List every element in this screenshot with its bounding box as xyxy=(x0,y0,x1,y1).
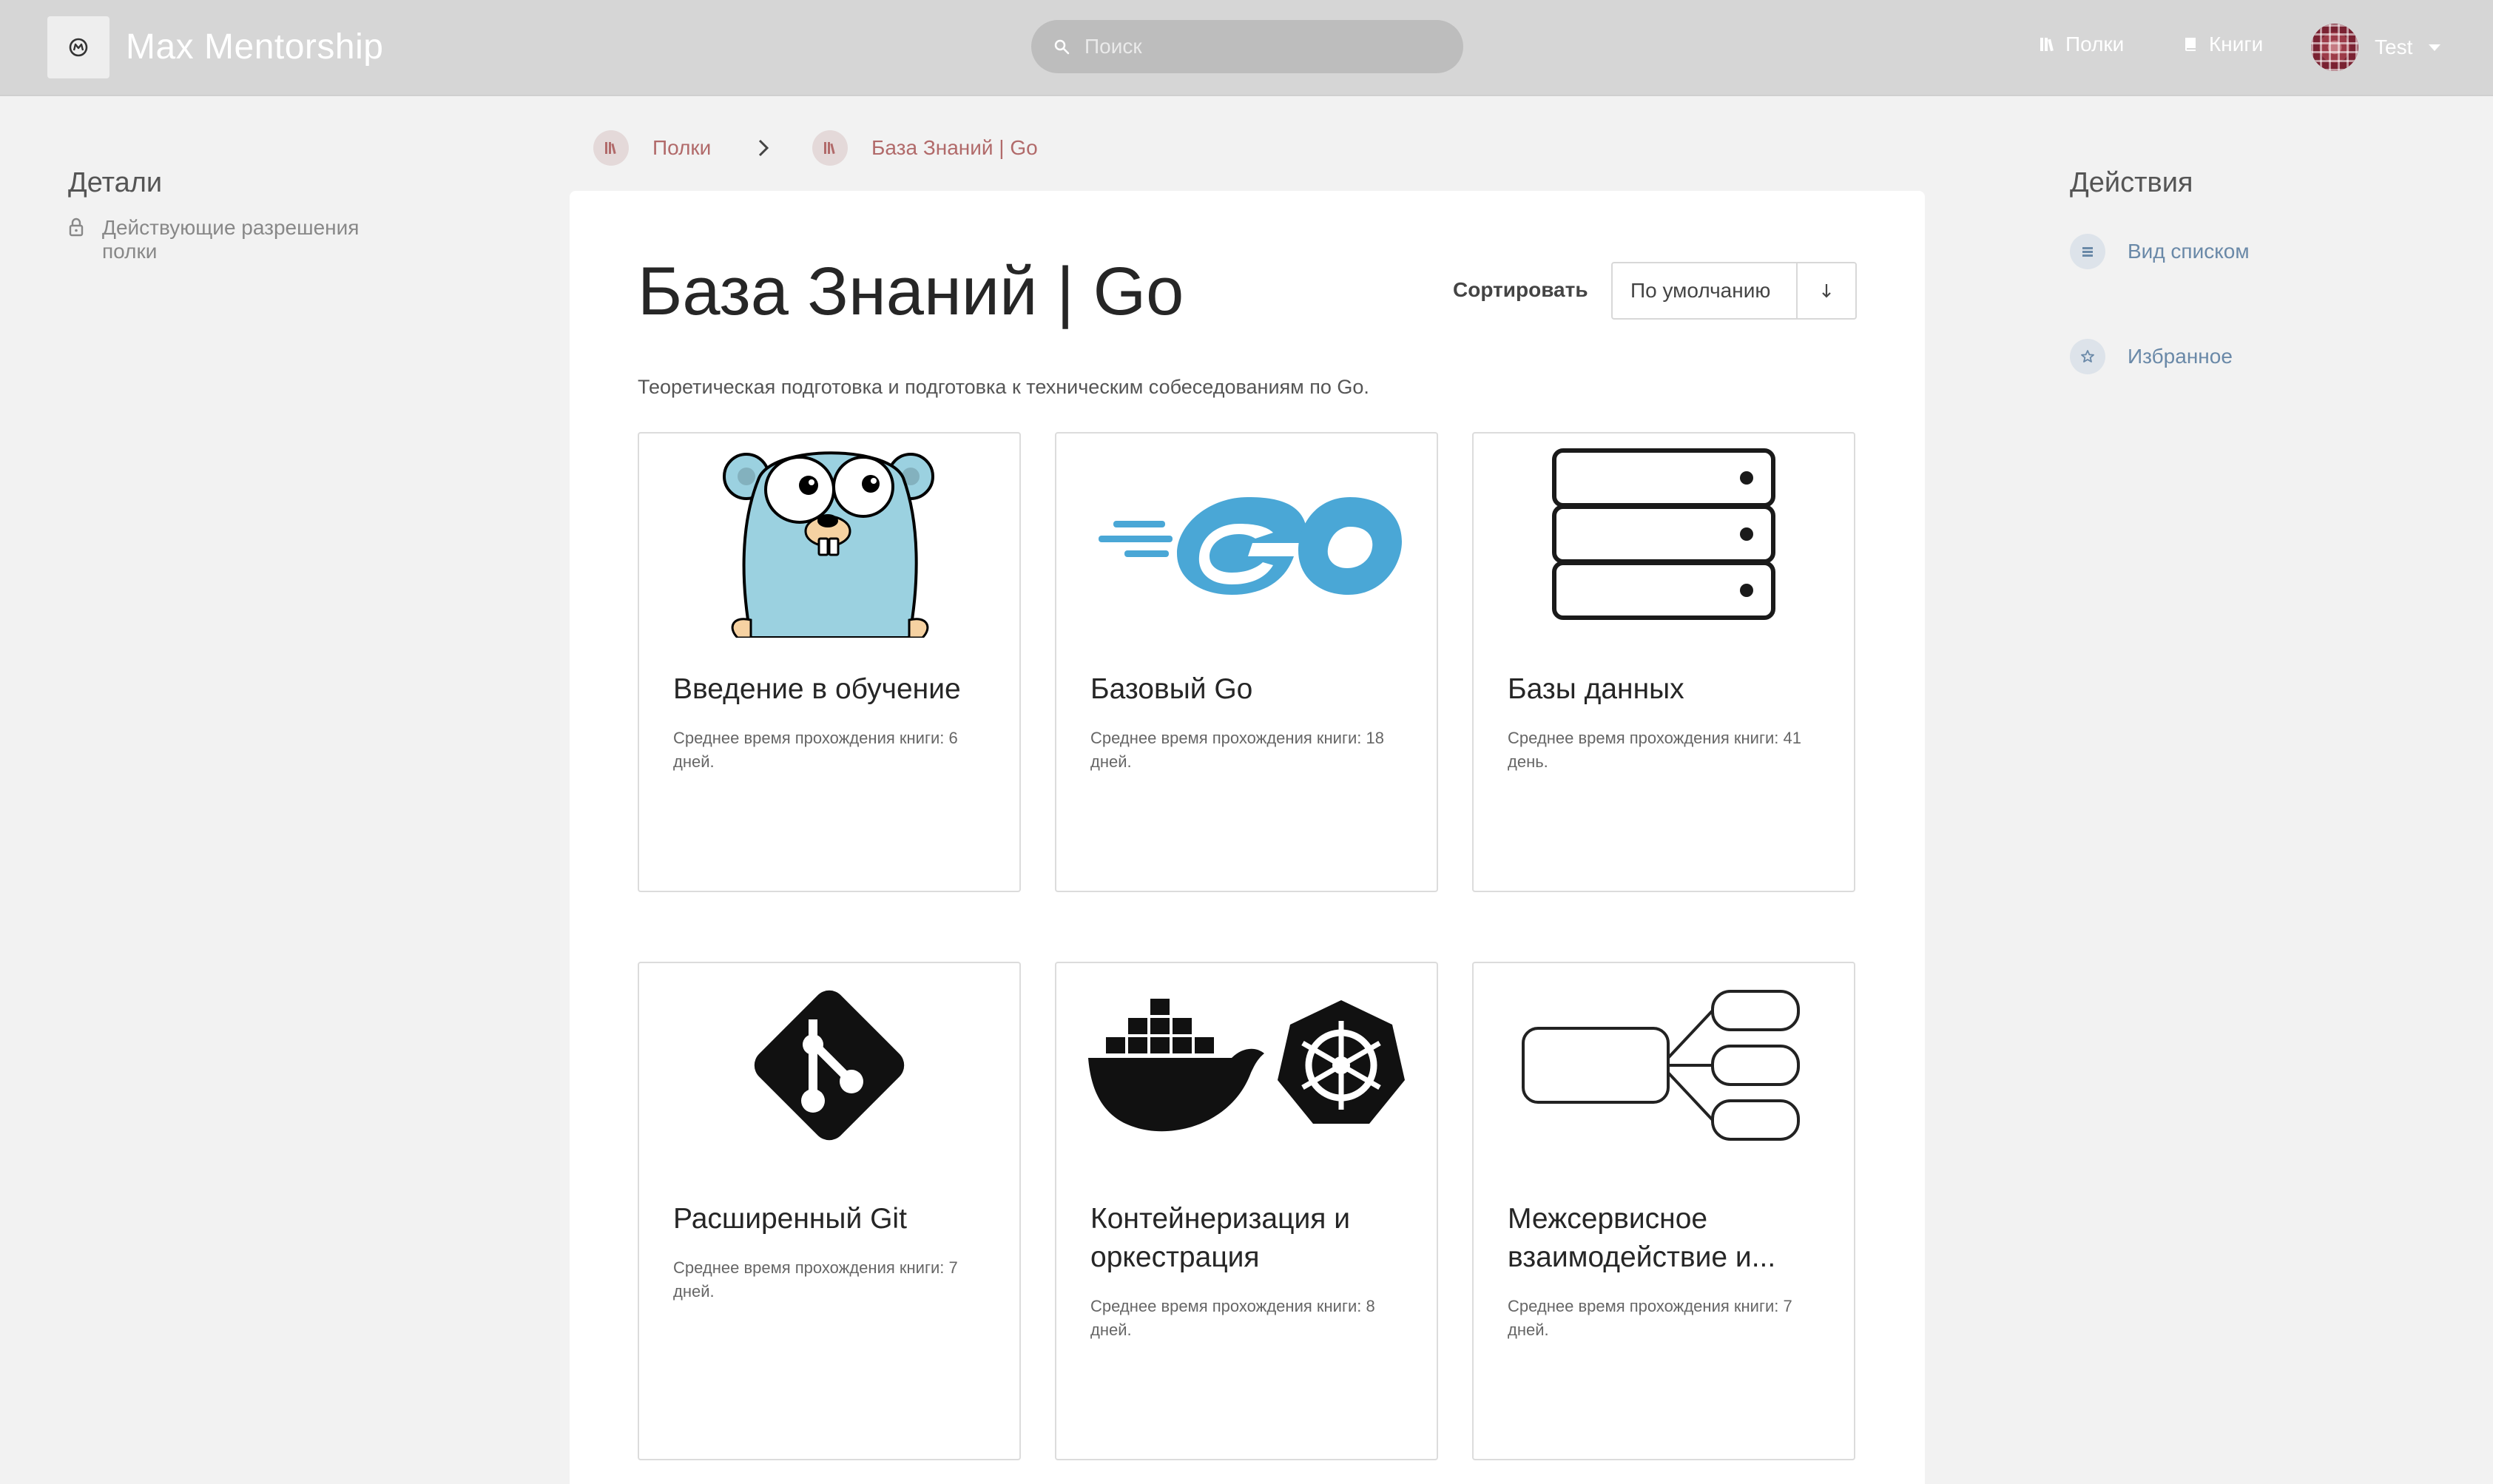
book-cover xyxy=(1056,434,1437,638)
book-icon xyxy=(2185,38,2196,51)
sort-control: По умолчанию xyxy=(1611,262,1857,320)
book-meta: Среднее время прохождения книги: 41 день… xyxy=(1508,729,1801,771)
breadcrumb-shelves[interactable]: Полки xyxy=(593,130,711,166)
logo-icon xyxy=(69,38,88,57)
book-meta: Среднее время прохождения книги: 8 дней. xyxy=(1090,1297,1375,1339)
book-cover xyxy=(639,434,1019,638)
shelves-icon xyxy=(593,130,629,166)
star-icon xyxy=(2070,339,2105,374)
book-title: Расширенный Git xyxy=(673,1203,907,1235)
shelves-icon xyxy=(2040,38,2054,52)
list-view-label: Вид списком xyxy=(2128,240,2250,263)
database-server-icon xyxy=(1552,448,1775,620)
shelf-description: Теоретическая подготовка и подготовка к … xyxy=(638,376,1369,398)
chevron-right-icon xyxy=(758,139,769,157)
book-card[interactable]: Межсервисное взаимодействие и... Среднее… xyxy=(1472,962,1855,1460)
book-card[interactable]: Базы данных Среднее время прохождения кн… xyxy=(1472,432,1855,892)
book-cover xyxy=(1474,963,1854,1167)
user-name: Test xyxy=(2375,36,2413,58)
search-input[interactable] xyxy=(1084,35,1440,58)
breadcrumb-shelves-label: Полки xyxy=(652,136,712,159)
user-menu[interactable]: Test xyxy=(2311,24,2441,71)
app-title[interactable]: Max Mentorship xyxy=(126,27,383,67)
book-cover xyxy=(1056,963,1437,1167)
shelf-content-card: База Знаний | Go Сортировать По умолчани… xyxy=(570,191,1925,1484)
book-meta: Среднее время прохождения книги: 7 дней. xyxy=(1508,1297,1792,1339)
book-card[interactable]: Базовый Go Среднее время прохождения кни… xyxy=(1055,432,1438,892)
breadcrumb-current-shelf[interactable]: База Знаний | Go xyxy=(812,130,1038,166)
list-view-button[interactable]: Вид списком xyxy=(2070,234,2250,269)
git-logo-icon xyxy=(754,990,905,1141)
lock-icon xyxy=(69,217,84,237)
book-card[interactable]: Введение в обучение Среднее время прохож… xyxy=(638,432,1021,892)
book-title: Межсервисное взаимодействие и... xyxy=(1508,1203,1776,1273)
book-title: Базовый Go xyxy=(1090,673,1253,705)
nav-shelves-label: Полки xyxy=(2065,33,2125,55)
nav-shelves-link[interactable]: Полки xyxy=(2039,33,2124,56)
search-bar[interactable] xyxy=(1031,20,1463,73)
service-diagram-icon xyxy=(1522,990,1800,1141)
book-meta: Среднее время прохождения книги: 7 дней. xyxy=(673,1258,958,1301)
book-meta: Среднее время прохождения книги: 18 дней… xyxy=(1090,729,1384,771)
page-title: База Знаний | Go xyxy=(638,254,1184,329)
book-title: Введение в обучение xyxy=(673,673,961,705)
favorites-button[interactable]: Избранное xyxy=(2070,339,2233,374)
book-cover xyxy=(1474,434,1854,638)
sort-label: Сортировать xyxy=(1453,278,1588,301)
permissions-link[interactable]: Действующие разрешения полки xyxy=(68,216,398,263)
book-meta: Среднее время прохождения книги: 6 дней. xyxy=(673,729,958,771)
shelves-icon xyxy=(812,130,848,166)
list-view-icon xyxy=(2070,234,2105,269)
book-title: Базы данных xyxy=(1508,673,1684,705)
go-logo-icon xyxy=(1099,497,1402,595)
favorites-label: Избранное xyxy=(2128,345,2233,368)
permissions-label: Действующие разрешения полки xyxy=(102,216,360,263)
book-title: Контейнеризация и оркестрация xyxy=(1090,1203,1350,1273)
nav-books-label: Книги xyxy=(2209,33,2264,55)
chevron-down-icon xyxy=(2429,44,2441,51)
top-header: Max Mentorship Полки Книги Test xyxy=(0,0,2493,96)
docker-kubernetes-icon xyxy=(1088,999,1405,1132)
arrow-down-icon xyxy=(1822,284,1831,298)
breadcrumb-current-label: База Знаний | Go xyxy=(871,136,1038,159)
gopher-mascot-icon xyxy=(723,451,934,638)
book-card[interactable]: Контейнеризация и оркестрация Среднее вр… xyxy=(1055,962,1438,1460)
book-cover xyxy=(639,963,1019,1167)
nav-books-link[interactable]: Книги xyxy=(2182,33,2263,56)
avatar xyxy=(2311,24,2358,71)
actions-heading: Действия xyxy=(2070,167,2193,198)
book-card[interactable]: Расширенный Git Среднее время прохождени… xyxy=(638,962,1021,1460)
sort-direction-button[interactable] xyxy=(1798,263,1855,318)
details-heading: Детали xyxy=(68,167,163,198)
app-logo[interactable] xyxy=(47,16,109,78)
sort-select[interactable]: По умолчанию xyxy=(1613,263,1798,318)
search-icon xyxy=(1054,39,1070,55)
